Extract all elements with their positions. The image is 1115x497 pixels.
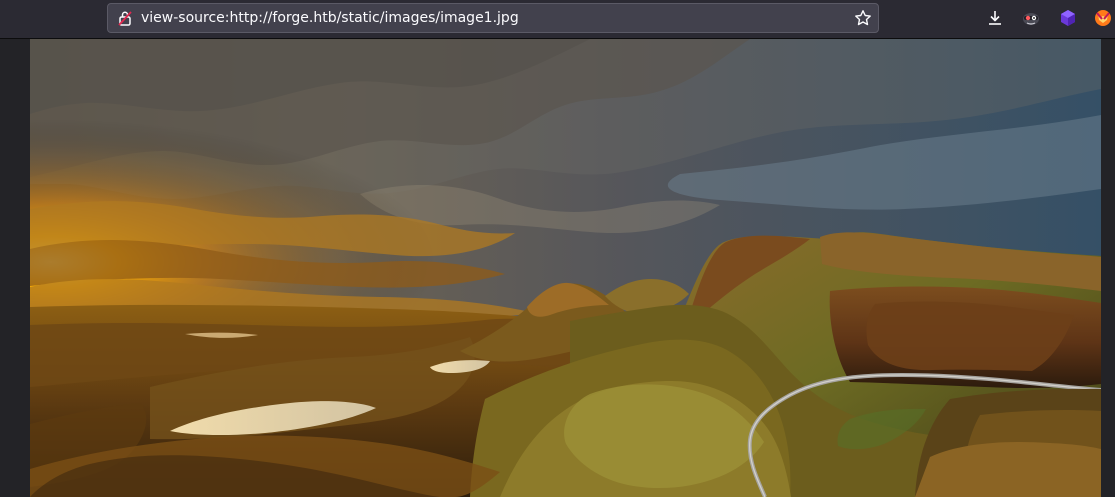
privacy-mask-icon[interactable] [1021,8,1041,28]
browser-toolbar: view-source:http://forge.htb/static/imag… [0,0,1115,39]
right-margin [1101,39,1115,497]
star-icon[interactable] [854,9,872,27]
url-text[interactable]: view-source:http://forge.htb/static/imag… [141,10,519,27]
page-viewport [0,39,1115,497]
fox-icon[interactable] [1093,8,1113,28]
landscape-photo [30,39,1101,497]
left-margin [0,39,30,497]
purple-cube-icon[interactable] [1058,8,1078,28]
insecure-lock-icon[interactable] [117,10,133,26]
address-bar[interactable]: view-source:http://forge.htb/static/imag… [107,3,879,33]
download-icon[interactable] [985,8,1005,28]
